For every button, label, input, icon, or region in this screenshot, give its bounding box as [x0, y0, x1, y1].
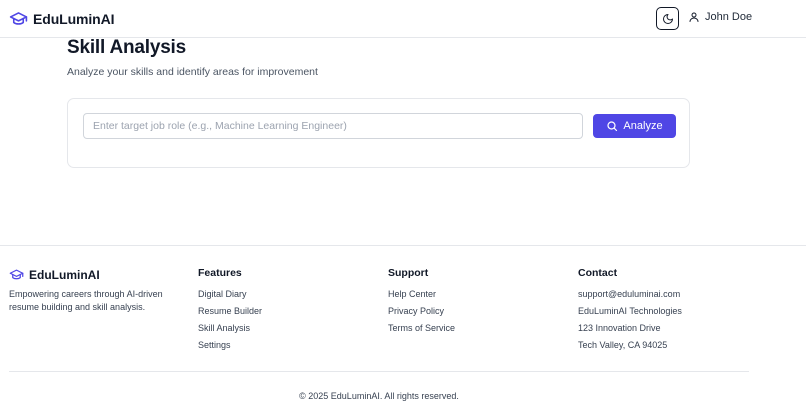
page-subtitle: Analyze your skills and identify areas f… — [67, 66, 318, 78]
page-title: Skill Analysis — [67, 37, 187, 58]
top-navbar: EduLuminAI John Doe — [0, 0, 806, 38]
job-role-input[interactable] — [83, 113, 583, 139]
footer-link-digital-diary[interactable]: Digital Diary — [198, 289, 247, 299]
footer-link-privacy-policy[interactable]: Privacy Policy — [388, 306, 444, 316]
footer-features-column: Features Digital Diary Resume Builder Sk… — [198, 267, 262, 357]
contact-company: EduLuminAI Technologies — [578, 306, 682, 316]
site-footer: EduLuminAI Empowering careers through AI… — [0, 245, 806, 406]
footer-contact-heading: Contact — [578, 267, 618, 279]
footer-link-settings[interactable]: Settings — [198, 340, 231, 350]
footer-link-skill-analysis[interactable]: Skill Analysis — [198, 323, 250, 333]
footer-link-resume-builder[interactable]: Resume Builder — [198, 306, 262, 316]
search-icon — [607, 121, 618, 132]
user-menu[interactable]: John Doe — [688, 11, 752, 23]
contact-city: Tech Valley, CA 94025 — [578, 340, 668, 350]
footer-link-help-center[interactable]: Help Center — [388, 289, 436, 299]
brand-name: EduLuminAI — [33, 10, 115, 27]
brand-logo[interactable]: EduLuminAI — [9, 9, 115, 28]
footer-brand-name: EduLuminAI — [29, 267, 100, 282]
footer-link-terms-of-service[interactable]: Terms of Service — [388, 323, 455, 333]
footer-tagline: Empowering careers through AI-driven res… — [9, 289, 163, 312]
footer-brand: EduLuminAI — [9, 267, 100, 282]
footer-support-column: Support Help Center Privacy Policy Terms… — [388, 267, 455, 340]
graduation-cap-icon — [9, 12, 28, 25]
user-name: John Doe — [705, 11, 753, 23]
analyze-button-label: Analyze — [623, 120, 663, 132]
footer-contact-column: Contact support@eduluminai.com EduLuminA… — [578, 267, 682, 357]
graduation-cap-icon — [9, 269, 24, 280]
contact-email-link[interactable]: support@eduluminai.com — [578, 289, 680, 299]
user-icon — [689, 12, 699, 22]
footer-support-heading: Support — [388, 267, 429, 279]
moon-icon — [662, 13, 673, 24]
theme-toggle-button[interactable] — [656, 7, 679, 30]
contact-street: 123 Innovation Drive — [578, 323, 661, 333]
footer-features-heading: Features — [198, 267, 242, 279]
analyze-button[interactable]: Analyze — [593, 114, 676, 138]
analysis-card: Analyze — [67, 98, 690, 168]
footer-copyright: © 2025 EduLuminAI. All rights reserved. — [299, 391, 459, 401]
footer-divider — [9, 371, 749, 372]
